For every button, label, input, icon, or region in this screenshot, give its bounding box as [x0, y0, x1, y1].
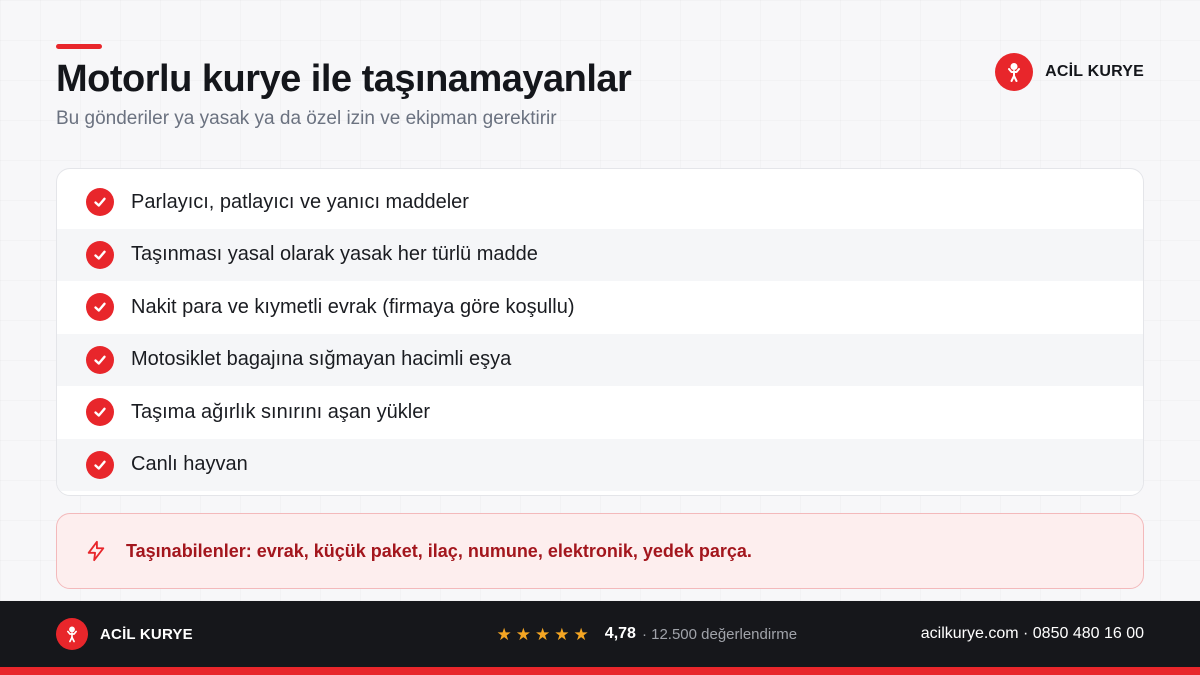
footer-accent-strip	[0, 667, 1200, 675]
check-circle-icon	[86, 240, 114, 269]
check-circle-icon	[86, 450, 114, 479]
list-item: Parlayıcı, patlayıcı ve yanıcı maddeler	[57, 176, 1143, 229]
lightning-bolt-icon	[87, 540, 105, 562]
restricted-items-list: Parlayıcı, patlayıcı ve yanıcı maddeler …	[56, 168, 1144, 496]
list-item: Nakit para ve kıymetli evrak (firmaya gö…	[57, 281, 1143, 334]
page-title: Motorlu kurye ile taşınamayanlar	[56, 58, 632, 100]
brand-name: ACİL KURYE	[1045, 63, 1144, 80]
courier-person-icon	[995, 53, 1034, 91]
brand-header[interactable]: ACİL KURYE	[995, 53, 1144, 91]
check-circle-icon	[86, 293, 114, 322]
rating: ★ ★ ★ ★ ★ 4,78 · 12.500 değerlendirme	[497, 625, 798, 643]
star-icon: ★	[496, 624, 512, 644]
rating-count: · 12.500 değerlendirme	[641, 625, 798, 643]
footer-brand[interactable]: ACİL KURYE	[56, 618, 193, 650]
list-item-label: Parlayıcı, patlayıcı ve yanıcı maddeler	[131, 190, 469, 213]
list-item-label: Taşıma ağırlık sınırını aşan yükler	[131, 400, 431, 423]
courier-person-icon	[56, 618, 88, 650]
title-accent-bar	[56, 44, 102, 49]
list-item: Taşınması yasal olarak yasak her türlü m…	[57, 228, 1143, 281]
star-icon: ★	[515, 624, 532, 644]
list-item: Canlı hayvan	[57, 438, 1143, 491]
contact-info[interactable]: acilkurye.com · 0850 480 16 00	[921, 625, 1144, 643]
footer: ACİL KURYE ★ ★ ★ ★ ★ 4,78 · 12.500 değer…	[0, 601, 1200, 667]
list-item: Taşıma ağırlık sınırını aşan yükler	[57, 386, 1143, 439]
list-item-label: Nakit para ve kıymetli evrak (firmaya gö…	[131, 295, 575, 318]
note-text: Taşınabilenler: evrak, küçük paket, ilaç…	[126, 540, 752, 561]
rating-value: 4,78	[604, 625, 636, 642]
footer-brand-name: ACİL KURYE	[100, 625, 193, 643]
allowed-items-note: Taşınabilenler: evrak, küçük paket, ilaç…	[56, 513, 1144, 589]
check-circle-icon	[86, 188, 114, 217]
star-icon: ★	[554, 624, 570, 644]
check-circle-icon	[86, 398, 114, 427]
star-icon: ★	[535, 624, 551, 644]
list-item-label: Motosiklet bagajına sığmayan hacimli eşy…	[131, 348, 512, 371]
list-item: Motosiklet bagajına sığmayan hacimli eşy…	[57, 333, 1143, 386]
list-item-label: Taşınması yasal olarak yasak her türlü m…	[131, 243, 538, 266]
list-item-label: Canlı hayvan	[131, 453, 248, 476]
rating-stars: ★ ★ ★ ★ ★	[497, 626, 589, 643]
page-subtitle: Bu gönderiler ya yasak ya da özel izin v…	[56, 108, 557, 129]
check-circle-icon	[86, 345, 114, 374]
star-icon: ★	[573, 624, 589, 644]
